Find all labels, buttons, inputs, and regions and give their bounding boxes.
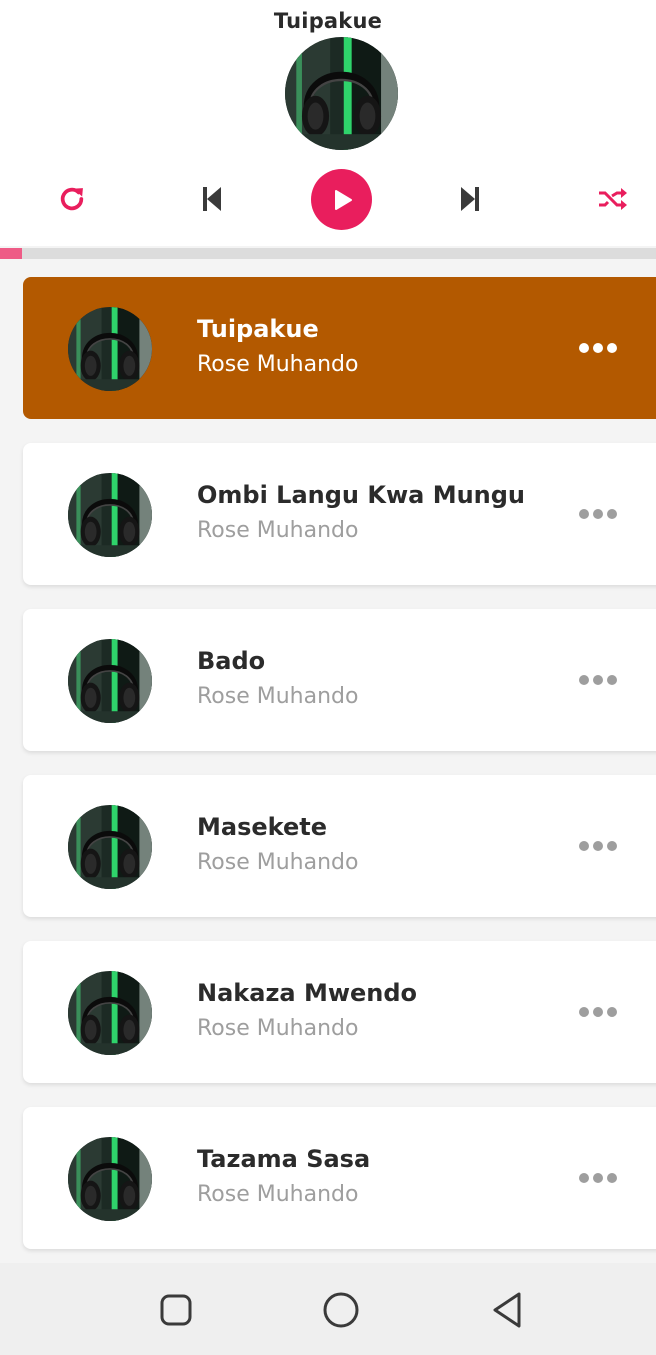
song-thumbnail [68, 971, 152, 1055]
more-options-button[interactable] [579, 999, 617, 1025]
headphones-image [68, 805, 152, 889]
more-options-button[interactable] [579, 1165, 617, 1191]
album-cover [285, 37, 398, 150]
play-icon [334, 189, 352, 210]
headphones-image [68, 307, 152, 391]
system-navbar [0, 1263, 656, 1355]
song-title: Masekete [197, 813, 327, 841]
repeat-button[interactable] [50, 177, 94, 221]
song-thumbnail [68, 307, 152, 391]
more-dots-icon [579, 343, 589, 353]
shuffle-icon [599, 188, 627, 210]
more-dots-icon [579, 1173, 589, 1183]
song-card[interactable]: Masekete Rose Muhando [23, 775, 656, 917]
recent-apps-button[interactable] [153, 1287, 199, 1333]
more-options-button[interactable] [579, 667, 617, 693]
back-icon [493, 1292, 521, 1328]
song-title: Ombi Langu Kwa Mungu [197, 481, 526, 509]
song-card[interactable]: Tuipakue Rose Muhando [23, 277, 656, 419]
song-title: Tazama Sasa [197, 1145, 371, 1173]
song-artist: Rose Muhando [197, 518, 359, 543]
song-artist: Rose Muhando [197, 1182, 359, 1207]
previous-button[interactable] [190, 177, 234, 221]
song-artist: Rose Muhando [197, 352, 359, 377]
song-card[interactable]: Bado Rose Muhando [23, 609, 656, 751]
song-artist: Rose Muhando [197, 1016, 359, 1041]
more-dots-icon [579, 675, 589, 685]
more-options-button[interactable] [579, 335, 617, 361]
next-button[interactable] [448, 177, 492, 221]
next-icon [461, 187, 479, 211]
headphones-image [68, 639, 152, 723]
home-button[interactable] [318, 1287, 364, 1333]
progress-bar[interactable] [0, 248, 656, 259]
more-dots-icon [579, 841, 589, 851]
now-playing-title: Tuipakue [273, 9, 383, 33]
song-thumbnail [68, 1137, 152, 1221]
shuffle-button[interactable] [590, 177, 634, 221]
recent-apps-icon [160, 1294, 192, 1326]
song-thumbnail [68, 805, 152, 889]
progress-fill [0, 248, 23, 259]
song-artist: Rose Muhando [197, 684, 359, 709]
song-thumbnail [68, 473, 152, 557]
song-title: Bado [197, 647, 266, 675]
song-thumbnail [68, 639, 152, 723]
headphones-image [68, 1137, 152, 1221]
song-card[interactable]: Ombi Langu Kwa Mungu Rose Muhando [23, 443, 656, 585]
home-icon [323, 1292, 359, 1328]
headphones-image [285, 37, 398, 150]
more-dots-icon [579, 509, 589, 519]
back-button[interactable] [484, 1287, 530, 1333]
play-button[interactable] [311, 169, 372, 230]
repeat-icon [60, 187, 84, 211]
song-title: Tuipakue [197, 315, 319, 343]
song-artist: Rose Muhando [197, 850, 359, 875]
song-title: Nakaza Mwendo [197, 979, 418, 1007]
song-card[interactable]: Tazama Sasa Rose Muhando [23, 1107, 656, 1249]
more-dots-icon [579, 1007, 589, 1017]
music-player-screen: Tuipakue Tuipakue Rose Muhando Ombi Lang… [0, 0, 656, 1355]
headphones-image [68, 971, 152, 1055]
more-options-button[interactable] [579, 833, 617, 859]
previous-icon [203, 187, 221, 211]
song-list: Tuipakue Rose Muhando Ombi Langu Kwa Mungu… [0, 259, 656, 1263]
song-card[interactable]: Nakaza Mwendo Rose Muhando [23, 941, 656, 1083]
player-header: Tuipakue [0, 0, 656, 246]
headphones-image [68, 473, 152, 557]
more-options-button[interactable] [579, 501, 617, 527]
